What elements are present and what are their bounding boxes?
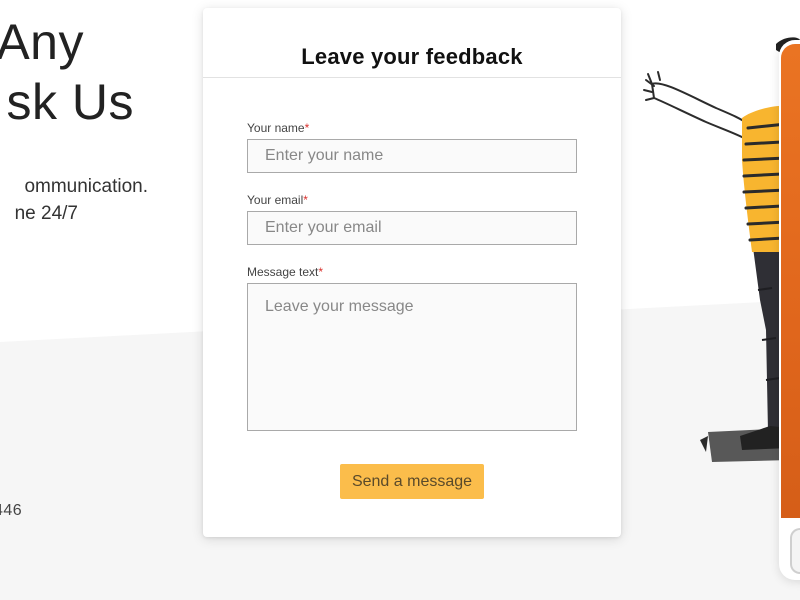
side-panel-orange bbox=[781, 44, 800, 518]
hero-subtitle-line-1: ommunication. bbox=[24, 176, 148, 197]
hero-heading: Any sk Us bbox=[0, 12, 134, 132]
name-label-text: Your name bbox=[247, 121, 305, 135]
message-label: Message text* bbox=[247, 264, 577, 280]
feedback-card-header: Leave your feedback bbox=[203, 8, 621, 78]
phone-number[interactable]: 446 bbox=[0, 502, 22, 520]
email-field-group: Your email* bbox=[247, 192, 577, 245]
hero-heading-line-2: sk Us bbox=[6, 74, 134, 130]
person-waving-illustration bbox=[643, 37, 800, 462]
email-label: Your email* bbox=[247, 192, 577, 208]
hero-subtitle: ommunication. ne 24/7 bbox=[0, 173, 148, 227]
message-label-text: Message text bbox=[247, 265, 319, 279]
message-field-group: Message text* bbox=[247, 264, 577, 431]
feedback-form: Your name* Your email* Message text* bbox=[247, 120, 577, 450]
message-textarea[interactable] bbox=[247, 283, 577, 431]
side-panel-slot bbox=[790, 528, 800, 574]
name-field-group: Your name* bbox=[247, 120, 577, 173]
name-label: Your name* bbox=[247, 120, 577, 136]
email-label-text: Your email bbox=[247, 193, 304, 207]
feedback-title: Leave your feedback bbox=[301, 44, 523, 69]
feedback-card: Leave your feedback Your name* Your emai… bbox=[203, 8, 621, 537]
name-input[interactable] bbox=[247, 139, 577, 173]
hero-heading-line-1: Any bbox=[0, 14, 84, 70]
email-input[interactable] bbox=[247, 211, 577, 245]
page: Any sk Us ommunication. ne 24/7 446 bbox=[0, 0, 800, 600]
email-required-mark: * bbox=[303, 193, 308, 207]
message-required-mark: * bbox=[318, 265, 324, 279]
send-message-button[interactable]: Send a message bbox=[340, 464, 484, 499]
hero-subtitle-line-2: ne 24/7 bbox=[14, 203, 78, 224]
name-required-mark: * bbox=[304, 121, 310, 135]
